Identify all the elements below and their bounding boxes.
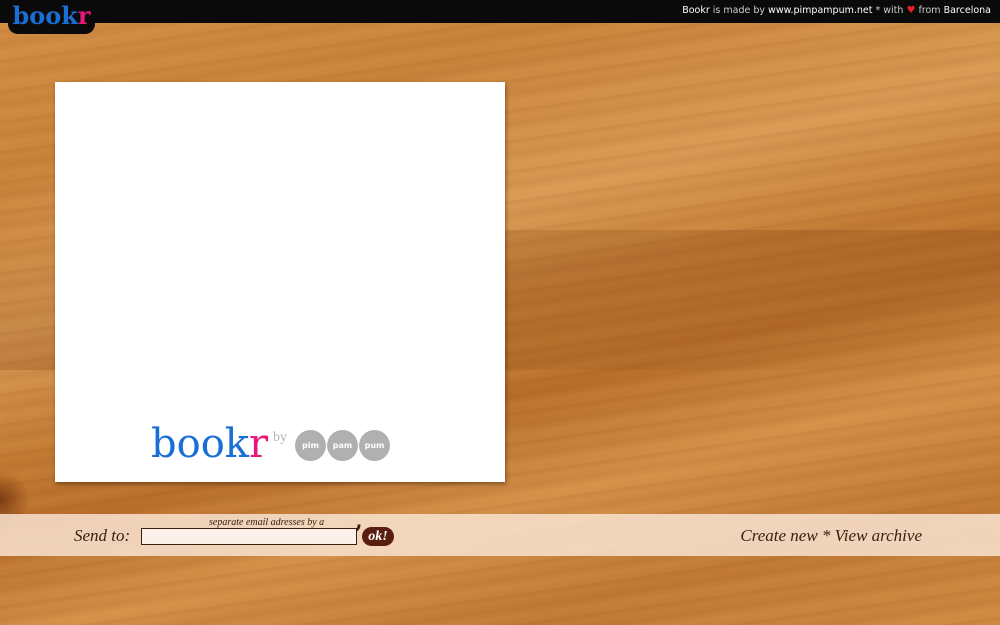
ok-button[interactable]: ok!	[362, 527, 394, 546]
view-archive-link[interactable]: View archive	[835, 526, 922, 545]
credits-city: Barcelona	[943, 5, 991, 16]
credits-made-by: is made by	[712, 5, 766, 16]
pim-badge-icon: pim	[295, 430, 326, 461]
card-logo: bookr	[151, 422, 268, 466]
email-separator-hint: separate email adresses by a	[209, 517, 325, 528]
logo-text-main: book	[12, 1, 78, 30]
email-input[interactable]	[141, 528, 357, 545]
heart-icon: ♥	[906, 5, 916, 16]
bookr-logo-home-link[interactable]: bookr	[8, 0, 95, 34]
book-card: bookr by pim pam pum	[55, 82, 505, 482]
credits-with: with	[883, 5, 904, 16]
card-by-label: by	[273, 430, 287, 445]
credits-from: from	[918, 5, 941, 16]
send-to-label: Send to:	[74, 526, 131, 545]
credits-site-link[interactable]: www.pimpampum.net	[768, 5, 872, 16]
pum-badge-icon: pum	[359, 430, 390, 461]
top-bar: Bookr is made by www.pimpampum.net * wit…	[0, 0, 1000, 23]
credits-line: Bookr is made by www.pimpampum.net * wit…	[682, 5, 991, 16]
credits-app: Bookr	[682, 5, 710, 16]
card-logo-main: book	[151, 421, 250, 467]
create-new-link[interactable]: Create new	[740, 526, 817, 545]
send-bar: Send to: separate email adresses by a , …	[0, 508, 1000, 556]
pam-badge-icon: pam	[327, 430, 358, 461]
nav-separator: *	[821, 526, 831, 545]
credits-separator: *	[875, 5, 881, 16]
pimpampum-badges: pim pam pum	[295, 430, 390, 461]
nav-links: Create new * View archive	[740, 526, 922, 546]
logo-text-accent: r	[77, 1, 91, 30]
card-logo-accent: r	[249, 421, 269, 467]
